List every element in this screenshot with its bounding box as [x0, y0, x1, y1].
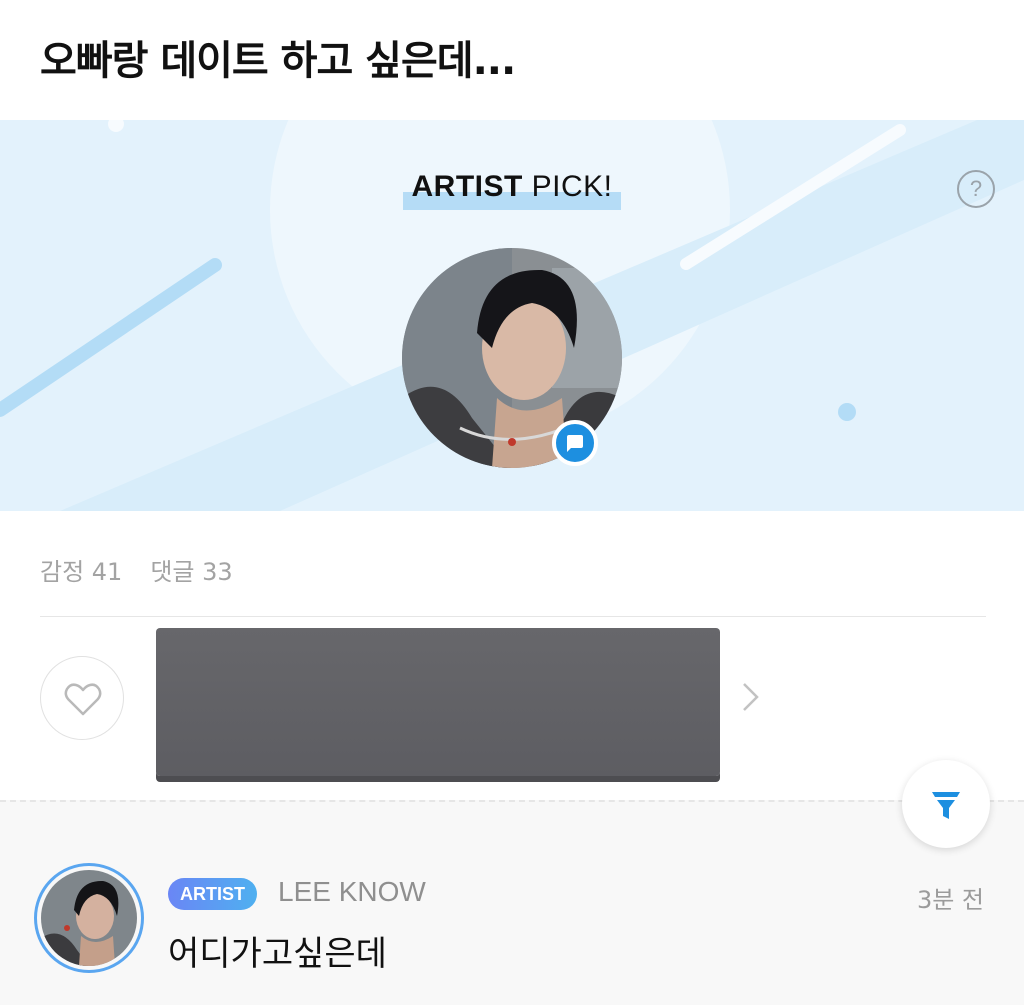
- comment-author[interactable]: LEE KNOW: [278, 876, 426, 908]
- comment-count[interactable]: 댓글 33: [150, 558, 232, 586]
- filter-button[interactable]: [902, 760, 990, 848]
- chat-bubble-icon: [552, 420, 598, 466]
- emotion-count[interactable]: 감정 41: [40, 558, 122, 586]
- artist-pick-title: ARTIST PICK!: [0, 170, 1024, 210]
- redacted-block: [156, 628, 720, 776]
- commenter-photo: [41, 870, 137, 966]
- comments-section: [0, 800, 1024, 1005]
- comment-avatar[interactable]: [34, 863, 144, 973]
- divider: [40, 616, 986, 617]
- pick-title-rest: PICK!: [522, 170, 613, 203]
- heart-icon: [64, 683, 102, 716]
- post-stats: 감정 41 댓글 33: [40, 552, 261, 587]
- artist-pick-banner: ARTIST PICK! ?: [0, 120, 1024, 511]
- artist-badge: ARTIST: [168, 878, 257, 910]
- comment-text: 어디가고싶은데: [168, 934, 387, 974]
- pick-title-bold: ARTIST: [411, 170, 523, 203]
- comment-time: 3분 전: [916, 886, 984, 914]
- page-title: 오빠랑 데이트 하고 싶은데...: [40, 38, 516, 84]
- chevron-right-icon[interactable]: [740, 681, 762, 713]
- filter-icon: [932, 792, 960, 819]
- question-mark-icon[interactable]: ?: [957, 170, 995, 208]
- like-button[interactable]: [40, 656, 124, 740]
